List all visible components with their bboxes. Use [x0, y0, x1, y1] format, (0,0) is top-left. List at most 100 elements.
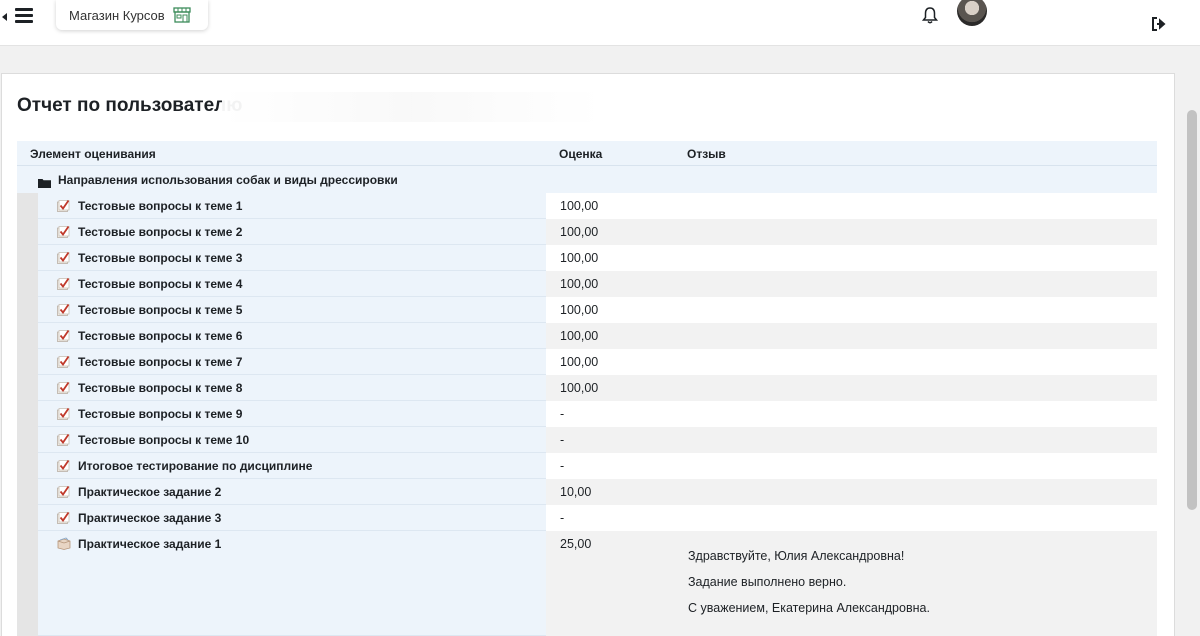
grade-item-cell: Практическое задание 2 — [38, 479, 546, 505]
grade-item-row: Тестовые вопросы к теме 3 100,00 — [38, 245, 1157, 271]
grade-item-row: Практическое задание 2 10,00 — [38, 479, 1157, 505]
grade-item-cell: Тестовые вопросы к теме 3 — [38, 245, 546, 271]
user-grade-report-table: Элемент оценивания Оценка Отзыв Направле… — [17, 141, 1157, 636]
store-icon — [173, 7, 191, 23]
page-scrollbar-thumb[interactable] — [1187, 110, 1197, 510]
grade-value: 100,00 — [560, 381, 599, 395]
quiz-icon — [57, 355, 70, 373]
grade-item-row: Итоговое тестирование по дисциплине - — [38, 453, 1157, 479]
category-row: Направления использования собак и виды д… — [17, 166, 1157, 193]
grade-cell: 100,00 — [546, 323, 1157, 349]
notifications-bell-icon[interactable] — [920, 5, 940, 25]
grade-cell: 25,00 Здравствуйте, Юлия Александровна! За… — [546, 531, 1157, 636]
grade-cell: 100,00 — [546, 375, 1157, 401]
grade-value: 100,00 — [560, 355, 599, 369]
grade-item-row: Тестовые вопросы к теме 8 100,00 — [38, 375, 1157, 401]
redacted-user-name — [222, 92, 602, 122]
grade-cell: 100,00 — [546, 245, 1157, 271]
grade-item-link[interactable]: Практическое задание 2 — [78, 485, 221, 499]
grade-value: 100,00 — [560, 251, 599, 265]
grade-item-row: Тестовые вопросы к теме 10 - — [38, 427, 1157, 453]
drawer-toggle-button[interactable] — [0, 4, 40, 28]
grade-item-cell: Тестовые вопросы к теме 1 — [38, 193, 546, 219]
caret-left-icon — [2, 13, 7, 21]
quiz-icon — [57, 277, 70, 295]
user-avatar[interactable] — [957, 0, 987, 26]
quiz-icon — [57, 485, 70, 503]
grade-item-cell: Тестовые вопросы к теме 9 — [38, 401, 546, 427]
assignment-icon — [57, 537, 71, 555]
grade-cell: 100,00 — [546, 271, 1157, 297]
column-header-item: Элемент оценивания — [30, 147, 156, 161]
grade-cell: - — [546, 401, 1157, 427]
table-header: Элемент оценивания Оценка Отзыв — [17, 141, 1157, 166]
logout-icon[interactable] — [1151, 16, 1167, 32]
folder-icon — [38, 175, 51, 193]
grade-item-link[interactable]: Тестовые вопросы к теме 6 — [78, 329, 242, 343]
feedback-line: Задание выполнено верно. — [688, 575, 847, 589]
feedback-line: Здравствуйте, Юлия Александровна! — [688, 549, 905, 563]
grade-item-link[interactable]: Тестовые вопросы к теме 7 — [78, 355, 242, 369]
feedback-line: С уважением, Екатерина Александровна. — [688, 601, 930, 615]
grade-item-row: Тестовые вопросы к теме 2 100,00 — [38, 219, 1157, 245]
course-shop-label: Магазин Курсов — [69, 7, 165, 23]
grade-item-link[interactable]: Тестовые вопросы к теме 5 — [78, 303, 242, 317]
grade-item-link[interactable]: Тестовые вопросы к теме 3 — [78, 251, 242, 265]
grade-item-cell: Тестовые вопросы к теме 8 — [38, 375, 546, 401]
grade-value: 100,00 — [560, 303, 599, 317]
quiz-icon — [57, 511, 70, 529]
grade-value: 100,00 — [560, 199, 599, 213]
grade-item-link[interactable]: Тестовые вопросы к теме 1 — [78, 199, 242, 213]
grade-item-link[interactable]: Практическое задание 1 — [78, 537, 221, 551]
quiz-icon — [57, 381, 70, 399]
grade-item-link[interactable]: Тестовые вопросы к теме 10 — [78, 433, 249, 447]
grade-item-link[interactable]: Итоговое тестирование по дисциплине — [78, 459, 312, 473]
grade-item-row: Практическое задание 3 - — [38, 505, 1157, 531]
grade-item-row: Тестовые вопросы к теме 6 100,00 — [38, 323, 1157, 349]
quiz-icon — [57, 225, 70, 243]
grade-value: 25,00 — [560, 537, 592, 551]
grade-cell: - — [546, 453, 1157, 479]
grade-value: 100,00 — [560, 225, 599, 239]
quiz-icon — [57, 459, 70, 477]
grade-item-link[interactable]: Тестовые вопросы к теме 4 — [78, 277, 242, 291]
quiz-icon — [57, 407, 70, 425]
grade-cell: 10,00 — [546, 479, 1157, 505]
grade-value: 100,00 — [560, 329, 599, 343]
quiz-icon — [57, 329, 70, 347]
grade-item-cell: Тестовые вопросы к теме 7 — [38, 349, 546, 375]
grade-cell: 100,00 — [546, 193, 1157, 219]
grade-item-row: Тестовые вопросы к теме 5 100,00 — [38, 297, 1157, 323]
grade-item-cell: Тестовые вопросы к теме 6 — [38, 323, 546, 349]
quiz-icon — [57, 303, 70, 321]
grade-item-cell: Практическое задание 1 — [38, 531, 546, 636]
grade-value: - — [560, 433, 565, 447]
column-header-feedback: Отзыв — [687, 147, 726, 161]
grade-value: - — [560, 407, 565, 421]
grade-cell: - — [546, 505, 1157, 531]
grade-item-cell: Практическое задание 3 — [38, 505, 546, 531]
quiz-icon — [57, 199, 70, 217]
grade-item-link[interactable]: Тестовые вопросы к теме 9 — [78, 407, 242, 421]
grade-item-row: Тестовые вопросы к теме 1 100,00 — [38, 193, 1157, 219]
quiz-icon — [57, 433, 70, 451]
category-indent-strip — [17, 193, 38, 636]
grade-item-link[interactable]: Тестовые вопросы к теме 2 — [78, 225, 242, 239]
grade-item-link[interactable]: Тестовые вопросы к теме 8 — [78, 381, 242, 395]
grade-item-row: Тестовые вопросы к теме 7 100,00 — [38, 349, 1157, 375]
grade-cell: 100,00 — [546, 297, 1157, 323]
page-title: Отчет по пользователю — [17, 95, 243, 116]
grade-item-row: Тестовые вопросы к теме 4 100,00 — [38, 271, 1157, 297]
top-navbar: Магазин Курсов — [0, 0, 1200, 46]
grade-item-link[interactable]: Практическое задание 3 — [78, 511, 221, 525]
grade-cell: - — [546, 427, 1157, 453]
course-shop-button[interactable]: Магазин Курсов — [56, 0, 208, 30]
grade-value: 10,00 — [560, 485, 592, 499]
grade-item-row: Тестовые вопросы к теме 9 - — [38, 401, 1157, 427]
grade-item-row: Практическое задание 1 25,00 Здравствуйте,… — [38, 531, 1157, 636]
grade-cell: 100,00 — [546, 219, 1157, 245]
grade-item-cell: Тестовые вопросы к теме 4 — [38, 271, 546, 297]
grade-value: - — [560, 511, 565, 525]
grade-item-cell: Итоговое тестирование по дисциплине — [38, 453, 546, 479]
grade-item-cell: Тестовые вопросы к теме 5 — [38, 297, 546, 323]
